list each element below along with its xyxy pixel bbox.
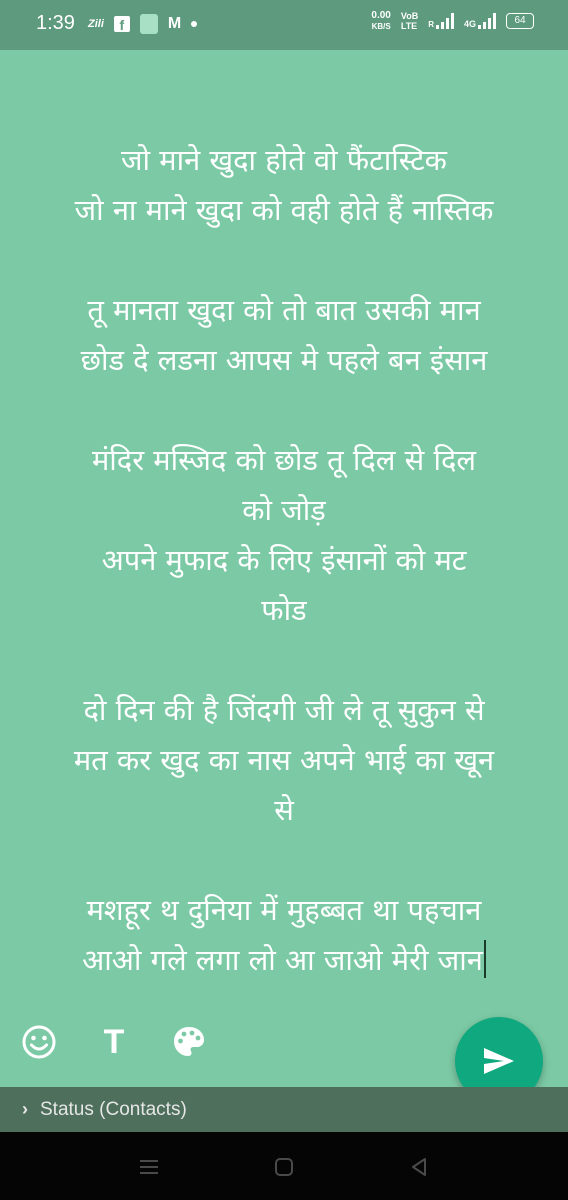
status-text-line: जो ना माने खुदा को वही होते हैं नास्तिक: [74, 193, 494, 227]
network-speed-value: 0.00: [371, 10, 391, 21]
system-navigation-bar: [0, 1132, 568, 1200]
send-icon: [484, 1048, 514, 1074]
menu-icon: [140, 1160, 158, 1174]
battery-icon: 64: [506, 13, 534, 29]
emoji-button[interactable]: [19, 1022, 59, 1062]
status-text-line: दो दिन की है जिंदगी जी ले तू सुकुन से: [83, 693, 485, 727]
text-cursor: [483, 940, 486, 978]
status-text-line: तू मानता खुदा को तो बात उसकी मान: [87, 293, 481, 327]
chevron-right-icon: ›: [22, 1099, 28, 1119]
text-format-icon: T: [103, 1022, 125, 1061]
home-icon: [275, 1158, 293, 1176]
system-status-bar: 1:39 Zili f M 0.00 KB/S VoB LTE R 4G 64: [0, 0, 568, 50]
zili-notification-icon: Zili: [88, 18, 104, 30]
volte-top-label: VoB: [400, 11, 419, 21]
back-icon: [412, 1158, 426, 1176]
volte-icon: VoB LTE: [401, 11, 418, 31]
text-style-button[interactable]: T: [94, 1022, 134, 1062]
status-text-line: आओ गले लगा लो आ जाओ मेरी जान: [14, 935, 554, 985]
volte-bottom-label: LTE: [400, 21, 418, 31]
signal-2-icon: 4G: [464, 13, 496, 29]
palette-icon: [174, 1027, 204, 1056]
status-text-line: मंदिर मस्जिद को छोड तू दिल से दिल: [91, 443, 477, 477]
notification-icons: Zili f M: [88, 14, 198, 34]
home-button[interactable]: [269, 1152, 299, 1182]
color-palette-button[interactable]: [169, 1022, 209, 1062]
back-button[interactable]: [404, 1152, 434, 1182]
network-speed: 0.00 KB/S: [371, 10, 390, 32]
status-text-input[interactable]: जो माने खुदा होते वो फैंटास्टिक जो ना मान…: [14, 135, 554, 985]
status-text-line: जो माने खुदा होते वो फैंटास्टिक: [121, 143, 447, 177]
status-text-line: अपने मुफाद के लिए इंसानों को मट: [101, 543, 467, 577]
recipient-label: Status (Contacts): [40, 1098, 187, 1120]
recent-apps-button[interactable]: [134, 1152, 164, 1182]
system-indicators: 0.00 KB/S VoB LTE R 4G 64: [371, 10, 534, 32]
status-text-line: को जोड़: [242, 493, 326, 527]
network-type-label: 4G: [463, 19, 476, 29]
app-notification-icon: [139, 14, 158, 34]
status-text-line: फोड: [261, 593, 307, 627]
clock: 1:39: [36, 12, 75, 34]
emoji-icon: [22, 1025, 56, 1059]
m-notification-icon: M: [167, 15, 182, 32]
roaming-label: R: [428, 20, 434, 29]
status-text-line: छोड दे लडना आपस मे पहले बन इंसान: [80, 343, 488, 377]
status-text-line: से: [274, 793, 294, 827]
status-text-line: मत कर खुद का नास अपने भाई का खून: [73, 743, 495, 777]
more-notifications-dot-icon: [191, 21, 198, 27]
signal-1-icon: R: [428, 13, 454, 29]
facebook-notification-icon: f: [113, 16, 130, 33]
network-speed-unit: KB/S: [371, 22, 391, 31]
status-text-line: मशहूर थ दुनिया में मुहब्बत था पहचान: [86, 893, 482, 927]
status-recipient-bar[interactable]: › Status (Contacts): [0, 1087, 568, 1132]
